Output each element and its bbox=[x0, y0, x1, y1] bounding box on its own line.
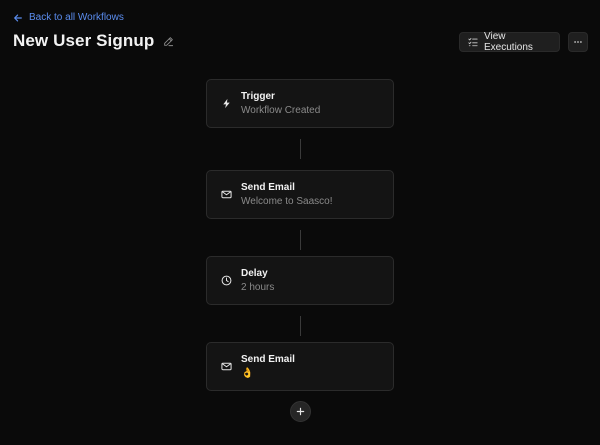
checklist-icon bbox=[468, 37, 478, 47]
node-connector bbox=[300, 139, 301, 159]
workflow-node-delay[interactable]: Delay 2 hours bbox=[206, 256, 394, 305]
node-connector bbox=[300, 230, 301, 250]
pencil-icon[interactable] bbox=[163, 36, 174, 47]
workflow-node-send-email[interactable]: Send Email 👌 bbox=[206, 342, 394, 391]
back-to-workflows-link[interactable]: Back to all Workflows bbox=[13, 12, 124, 23]
node-subtitle: 2 hours bbox=[241, 282, 275, 293]
workflow-node-send-email[interactable]: Send Email Welcome to Saasco! bbox=[206, 170, 394, 219]
add-step-button[interactable] bbox=[290, 401, 311, 422]
view-executions-button[interactable]: View Executions bbox=[459, 31, 560, 53]
arrow-left-icon bbox=[13, 13, 23, 23]
header-actions: View Executions bbox=[459, 31, 588, 53]
clock-icon bbox=[220, 274, 232, 286]
node-title: Send Email bbox=[241, 354, 295, 365]
view-executions-label: View Executions bbox=[484, 31, 533, 53]
back-link-label: Back to all Workflows bbox=[29, 12, 124, 23]
node-title: Delay bbox=[241, 268, 268, 279]
node-subtitle: Welcome to Saasco! bbox=[241, 196, 333, 207]
node-title: Trigger bbox=[241, 91, 275, 102]
node-connector bbox=[300, 316, 301, 336]
workflow-editor-page: Back to all Workflows New User Signup Vi… bbox=[0, 0, 600, 445]
node-subtitle: 👌 bbox=[241, 368, 254, 379]
plus-icon bbox=[296, 407, 305, 416]
ellipsis-icon bbox=[573, 37, 583, 47]
lightning-bolt-icon bbox=[220, 97, 232, 109]
title-row: New User Signup bbox=[13, 31, 174, 51]
node-subtitle: Workflow Created bbox=[241, 105, 321, 116]
page-title: New User Signup bbox=[13, 31, 155, 50]
workflow-node-trigger[interactable]: Trigger Workflow Created bbox=[206, 79, 394, 128]
envelope-icon bbox=[220, 188, 232, 200]
node-title: Send Email bbox=[241, 182, 295, 193]
more-options-button[interactable] bbox=[568, 32, 588, 52]
envelope-icon bbox=[220, 360, 232, 372]
